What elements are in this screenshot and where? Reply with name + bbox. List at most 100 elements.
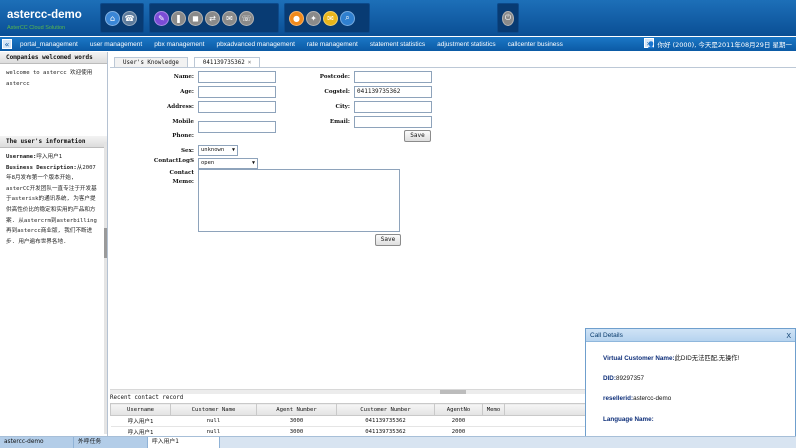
vcn-value: 此DID无法匹配,无操作! [674, 355, 740, 362]
welcome-panel-title: Companies welcomed words [0, 52, 107, 64]
cell-customer-number: 041139735362 [336, 415, 435, 427]
wrench-icon[interactable]: ✎ [154, 10, 169, 26]
search-icon[interactable]: ⌕ [340, 10, 355, 26]
phone-label: Phone: [172, 133, 194, 139]
col-customer-number[interactable]: Customer Number [336, 403, 435, 416]
nav-item-pbx[interactable]: pbx management [154, 41, 204, 48]
sidebar-scroll-thumb[interactable] [104, 228, 107, 258]
horizontal-scroll-thumb[interactable] [440, 390, 466, 394]
col-agent-number[interactable]: Agent Number [256, 403, 337, 416]
contactlogs-select[interactable]: open ▼ [198, 158, 258, 169]
cell-agent-number: 3000 [256, 415, 337, 427]
contact-label: Contact [169, 170, 194, 176]
memo-label: Memo: [172, 179, 194, 185]
reseller-row: resellerid:astercc-demo [603, 395, 671, 402]
bottom-taskbar: astercc-demo 外呼任务 呼入用户1 [0, 436, 796, 448]
cogstel-field[interactable]: 041139735362 [354, 86, 432, 98]
mobile-field[interactable] [198, 121, 276, 133]
chat-icon[interactable]: ✉ [222, 10, 237, 26]
nav-item-adjustment[interactable]: adjustment statistics [437, 41, 496, 48]
sex-label: Sex: [181, 148, 194, 154]
task-inbound-user[interactable]: 呼入用户1 [148, 437, 220, 448]
main-nav: « portal_management user management pbx … [0, 37, 796, 51]
city-field[interactable] [354, 101, 432, 113]
phone-alt-icon[interactable]: ☏ [239, 10, 254, 26]
app-title: astercc-demo [7, 9, 82, 21]
email-label: Email: [329, 119, 350, 125]
tab-divider [110, 67, 796, 68]
cogstel-label: Cogstel: [324, 89, 350, 95]
nav-item-callcenter[interactable]: callcenter business [508, 41, 563, 48]
mobile-label: Mobile [172, 119, 194, 125]
task-astercc-demo[interactable]: astercc-demo [0, 437, 74, 448]
nav-item-pbxadvanced[interactable]: pbxadvanced management [216, 41, 294, 48]
close-icon[interactable]: × [248, 60, 252, 66]
user-info-panel-body: Username:呼入用户1 Business Description:从200… [0, 148, 107, 251]
address-label: Address: [166, 104, 194, 110]
memo-textarea[interactable] [198, 169, 400, 232]
tab-label: 041139735362 [202, 60, 245, 66]
nav-item-portal[interactable]: portal_management [20, 41, 78, 48]
username-value: 呼入用户1 [36, 154, 63, 160]
nav-item-rate[interactable]: rate management [307, 41, 358, 48]
postcode-field[interactable] [354, 71, 432, 83]
did-value: 89297357 [615, 375, 644, 382]
cell-agentno: 2000 [434, 415, 483, 427]
postcode-label: Postcode: [319, 74, 350, 80]
recent-record-title: Recent contact record [110, 395, 184, 401]
address-field[interactable] [198, 101, 276, 113]
toolbar-group-2: ✎ ❚ ◼ ⇄ ✉ ☏ [149, 3, 279, 33]
description-label: Business Description: [6, 164, 77, 171]
user-info-panel-title: The user's information [0, 136, 107, 148]
phone-icon[interactable]: ☎ [122, 10, 137, 26]
nav-item-user[interactable]: user management [90, 41, 142, 48]
toolbar-group-3: ● ✦ ✉ ⌕ [284, 3, 370, 33]
power-icon[interactable]: ⏻ [502, 10, 514, 26]
save-button-top[interactable]: Save [404, 130, 431, 142]
col-username[interactable]: Username [110, 403, 171, 416]
popup-header: Call Details X [586, 329, 795, 342]
vcn-label: Virtual Customer Name: [603, 355, 675, 362]
reseller-value: astercc-demo [633, 395, 672, 402]
did-row: DID:89297357 [603, 375, 644, 382]
toolbar-group-1: ⌂ ☎ [100, 3, 144, 33]
col-memo[interactable]: Memo [482, 403, 505, 416]
chevron-down-icon: ▼ [251, 160, 255, 166]
cell-customer-name: null [170, 415, 257, 427]
language-row: Language Name: [603, 416, 654, 423]
camera-icon[interactable]: ◼ [188, 10, 203, 26]
did-label: DID: [603, 375, 616, 382]
app-subtitle: AsterCC Cloud Solution [7, 25, 66, 31]
cell-username: 呼入用户1 [110, 415, 171, 427]
nav-left-arrow-icon[interactable]: « [2, 39, 12, 49]
home-icon[interactable]: ⌂ [105, 10, 120, 26]
save-button[interactable]: Save [375, 234, 401, 246]
sidebar-scrollbar[interactable] [104, 142, 107, 434]
age-field[interactable] [198, 86, 276, 98]
pause-icon[interactable]: ❚ [171, 10, 186, 26]
name-label: Name: [173, 74, 194, 80]
sex-select[interactable]: unknown ▼ [198, 145, 238, 156]
transfer-icon[interactable]: ⇄ [205, 10, 220, 26]
tool-icon[interactable]: ✦ [306, 10, 321, 26]
age-label: Age: [180, 89, 194, 95]
task-outbound[interactable]: 外呼任务 [74, 437, 148, 448]
user-icon: 👤 [647, 41, 656, 49]
record-icon[interactable]: ● [289, 10, 304, 26]
call-details-popup: Call Details X Virtual Customer Name:此DI… [585, 328, 796, 448]
contactlogs-label: ContactLogS [153, 158, 194, 164]
cell-memo [482, 415, 505, 427]
mail-icon[interactable]: ✉ [323, 10, 338, 26]
email-field[interactable] [354, 116, 432, 128]
col-agentno[interactable]: AgentNo [434, 403, 483, 416]
language-label: Language Name: [603, 416, 654, 423]
toolbar-group-4: ⏻ [497, 3, 519, 33]
sex-select-value: unknown [201, 147, 225, 153]
name-field[interactable] [198, 71, 276, 83]
welcome-panel-body: welcome to astercc 欢迎使用 astercc [6, 70, 93, 87]
username-label: Username: [6, 154, 37, 160]
user-status: 👤 你好 (2000), 今天是2011年08月29日 星期一 [647, 39, 792, 49]
close-icon[interactable]: X [786, 330, 791, 343]
nav-item-statement[interactable]: statement statistics [370, 41, 425, 48]
col-customer-name[interactable]: Customer Name [170, 403, 257, 416]
